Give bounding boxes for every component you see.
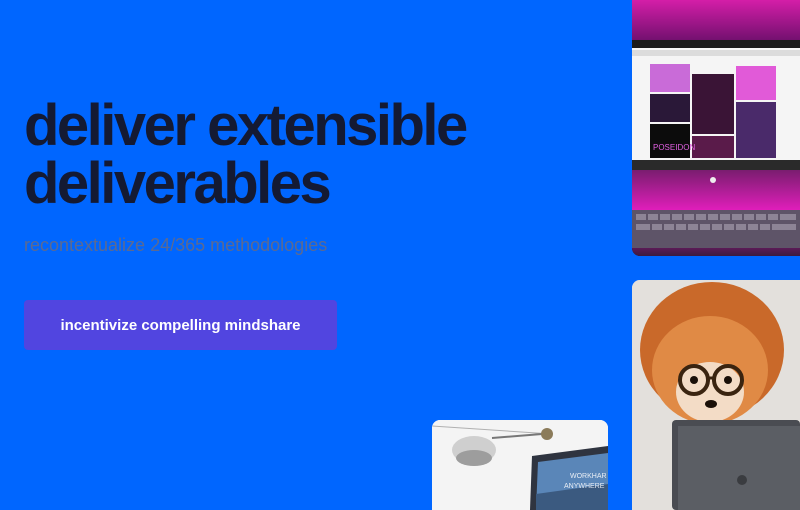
desk-screen-text-2: ANYWHERE (564, 483, 605, 490)
desk-lamp-laptop-photo: WORKHAR ANYWHERE (432, 420, 608, 510)
headline-line-2: deliverables (24, 151, 332, 216)
desk-screen-text-1: WORKHAR (570, 473, 607, 480)
cta-button[interactable]: incentivize compelling mindshare (24, 300, 337, 350)
dog-with-glasses-photo (632, 280, 800, 510)
headline-line-1: deliver extensible (24, 93, 468, 158)
hero-headline: deliver extensible deliverables (24, 97, 584, 213)
monitor-photo: POSEIDON (632, 0, 800, 256)
monitor-screen-text: POSEIDON (653, 143, 695, 152)
hero-subheadline: recontextualize 24/365 methodologies (24, 235, 328, 255)
hero-section: deliver extensible deliverables recontex… (24, 97, 584, 256)
